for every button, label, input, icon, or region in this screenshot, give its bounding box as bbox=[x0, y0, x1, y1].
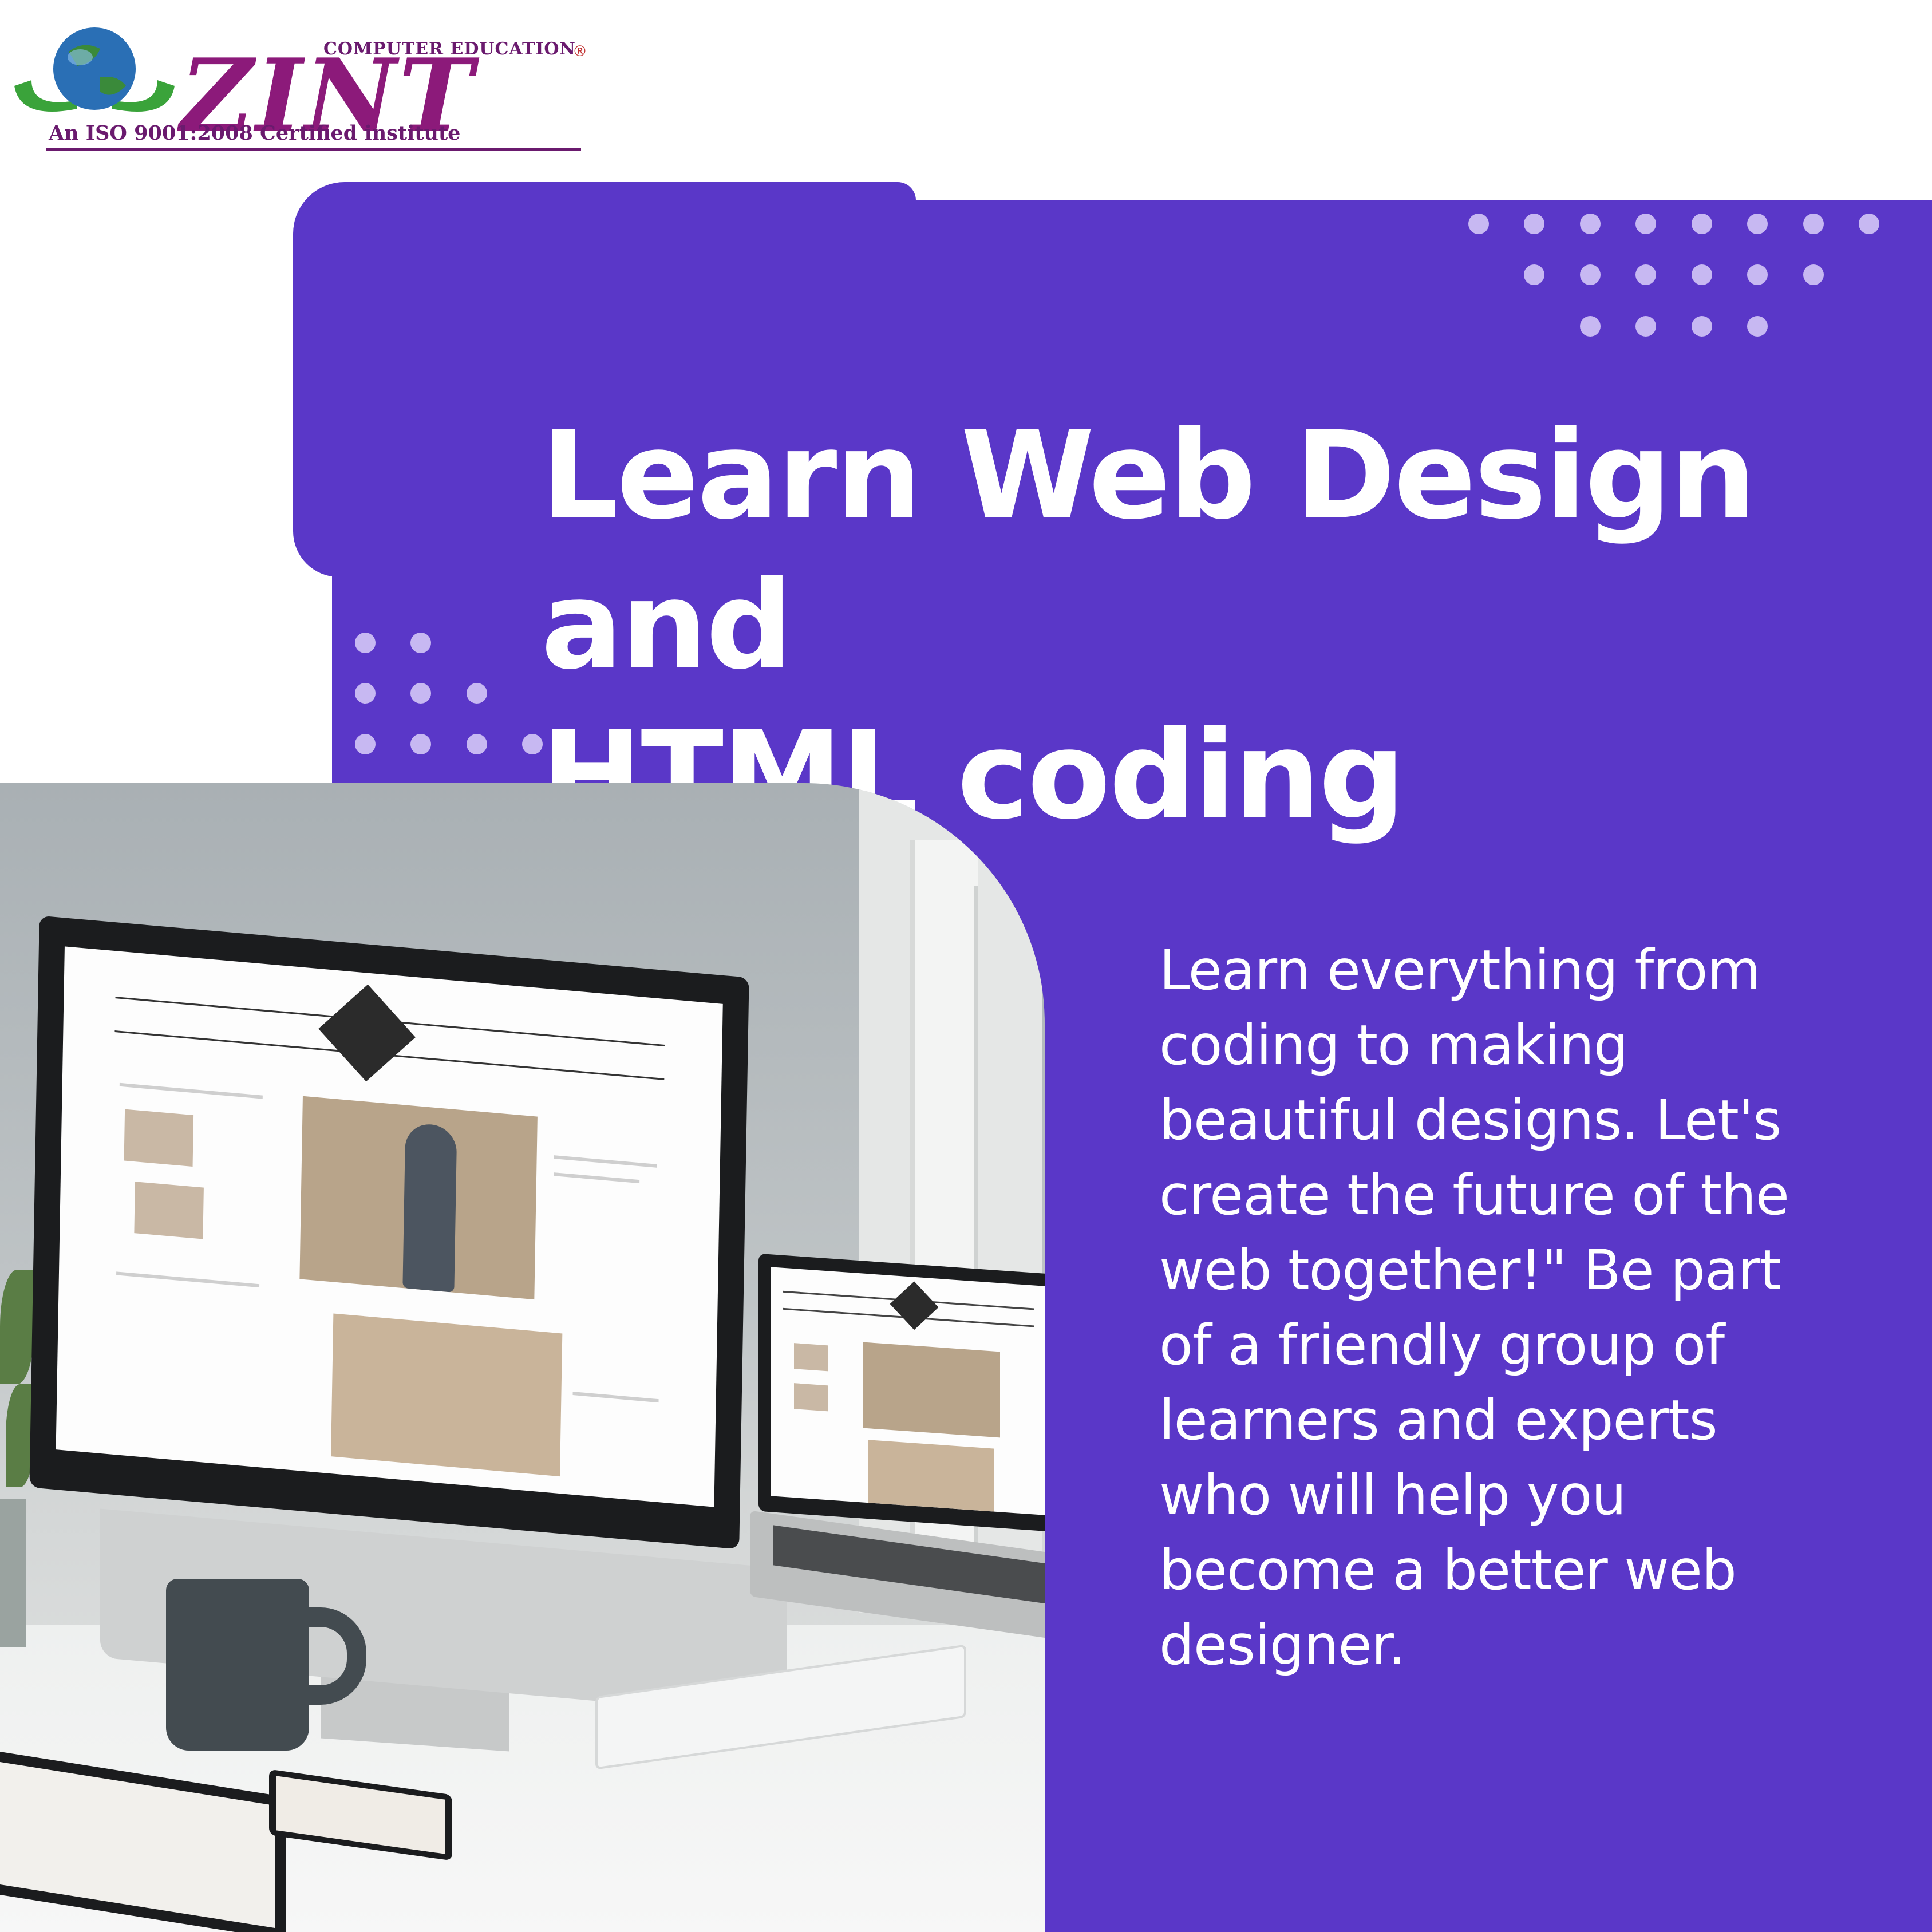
title-line-1: Learn Web Design and bbox=[541, 405, 1756, 696]
description-line: who will help you bbox=[1159, 1463, 1626, 1527]
description-line: web together!" Be part bbox=[1159, 1238, 1781, 1302]
description-line: become a better web bbox=[1159, 1538, 1737, 1602]
description-line: of a friendly group of bbox=[1159, 1313, 1725, 1377]
laptop-icon bbox=[758, 1253, 1045, 1532]
description-line: beautiful designs. Let's bbox=[1159, 1088, 1781, 1152]
globe-hands-icon bbox=[14, 27, 175, 112]
description-line: designer. bbox=[1159, 1613, 1406, 1677]
description-text: Learn everything from coding to making b… bbox=[1159, 933, 1818, 1683]
logo-top-text: COMPUTER EDUCATION bbox=[323, 39, 576, 59]
description-line: Learn everything from bbox=[1159, 938, 1761, 1002]
mug-icon bbox=[166, 1579, 309, 1751]
logo-underline bbox=[46, 148, 581, 151]
description-line: create the future of the bbox=[1159, 1163, 1789, 1227]
plant-icon bbox=[0, 1499, 26, 1647]
monitor-screen bbox=[56, 946, 723, 1507]
logo-subtitle: An ISO 9001:2008 Certified institute bbox=[49, 121, 461, 145]
desktop-monitor-icon bbox=[29, 915, 749, 1550]
description-line: learners and experts bbox=[1159, 1388, 1718, 1452]
brand-logo: ZINT COMPUTER EDUCATION ® An ISO 9001:20… bbox=[9, 23, 587, 155]
description-line: coding to making bbox=[1159, 1013, 1629, 1077]
devices-photo bbox=[0, 783, 1045, 1932]
registered-mark: ® bbox=[572, 43, 587, 60]
panel-notch bbox=[893, 182, 1932, 200]
